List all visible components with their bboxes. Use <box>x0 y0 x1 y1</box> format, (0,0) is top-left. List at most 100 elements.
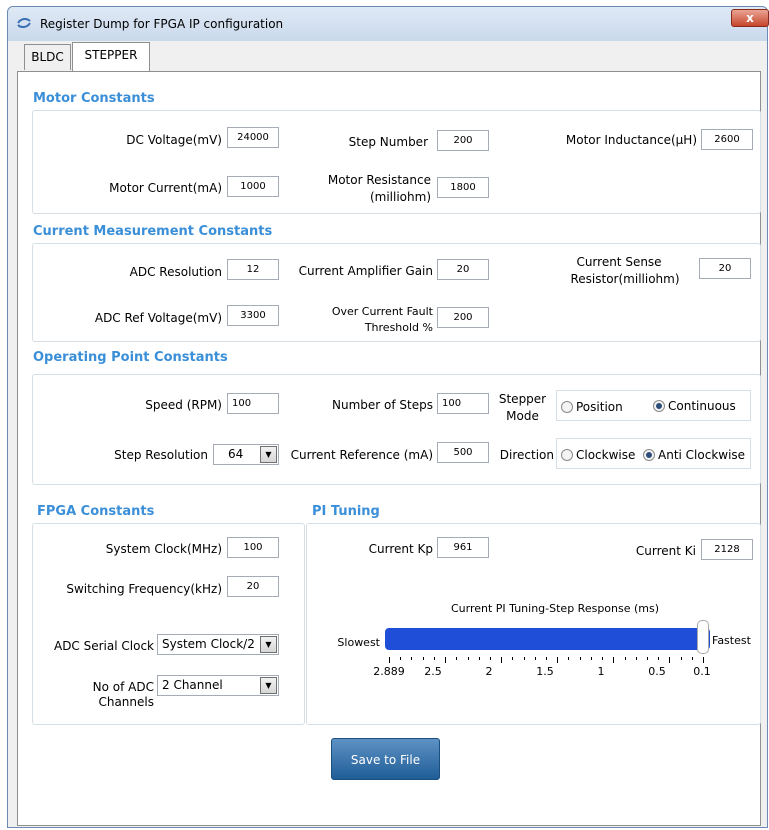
slider-tick-mark <box>691 657 693 660</box>
slider-tick-mark <box>478 657 480 660</box>
pi-tuning-slider-thumb[interactable] <box>697 620 709 654</box>
dc-voltage-label: DC Voltage(mV) <box>126 133 222 147</box>
adc-serial-clock-select[interactable]: System Clock/2 ▼ <box>157 634 279 655</box>
step-number-label: Step Number <box>348 135 428 149</box>
chevron-down-icon[interactable]: ▼ <box>260 677 277 694</box>
motor-resistance-input[interactable]: 1800 <box>437 177 489 198</box>
current-reference-input[interactable]: 500 <box>437 442 489 463</box>
radio-clockwise-label: Clockwise <box>576 448 636 462</box>
motor-resistance-label-1: Motor Resistance <box>327 173 431 187</box>
tab-stepper[interactable]: STEPPER <box>72 42 150 72</box>
adc-channels-value: 2 Channel <box>162 678 223 692</box>
step-resolution-value: 64 <box>228 447 244 461</box>
chevron-down-icon[interactable]: ▼ <box>260 446 277 463</box>
amplifier-gain-label: Current Amplifier Gain <box>298 264 433 278</box>
slider-slowest-label: Slowest <box>337 636 380 649</box>
stepper-mode-group: Position Continuous <box>556 390 751 421</box>
close-button[interactable]: x <box>731 9 769 27</box>
radio-position-dot[interactable] <box>561 401 573 413</box>
fault-threshold-label-1: Over Current Fault <box>331 305 433 318</box>
radio-clockwise[interactable]: Clockwise <box>561 448 635 462</box>
radio-anti-clockwise[interactable]: Anti Clockwise <box>643 448 745 462</box>
current-kp-label: Current Kp <box>368 542 433 556</box>
radio-clockwise-dot[interactable] <box>561 449 573 461</box>
slider-tick-mark <box>703 657 704 663</box>
slider-tick-mark <box>523 657 525 660</box>
adc-serial-clock-value: System Clock/2 <box>162 637 255 651</box>
tick-label: 2.889 <box>373 665 405 678</box>
system-clock-label: System Clock(MHz) <box>105 542 222 556</box>
slider-fastest-label: Fastest <box>712 634 751 647</box>
current-ki-input[interactable]: 2128 <box>701 539 753 560</box>
slider-title: Current PI Tuning-Step Response (ms) <box>450 602 660 615</box>
adc-resolution-input[interactable]: 12 <box>227 259 279 280</box>
slider-tick-mark <box>534 657 536 660</box>
slider-tick-mark <box>411 657 413 660</box>
system-clock-input[interactable]: 100 <box>227 537 279 558</box>
tick-label: 2 <box>485 665 493 678</box>
section-title-current-measurement: Current Measurement Constants <box>33 224 273 239</box>
tick-label: 2.5 <box>424 665 442 678</box>
sense-resistor-label-2: Resistor(milliohm) <box>570 272 680 286</box>
slider-tick-mark <box>400 657 402 660</box>
slider-tick-mark <box>579 657 581 660</box>
app-icon <box>17 17 31 29</box>
speed-label: Speed (RPM) <box>145 398 222 412</box>
section-title-operating-point: Operating Point Constants <box>33 350 228 365</box>
motor-inductance-label: Motor Inductance(µH) <box>565 133 697 147</box>
direction-group: Clockwise Anti Clockwise <box>556 438 751 469</box>
current-reference-label: Current Reference (mA) <box>290 448 433 462</box>
current-ki-label: Current Ki <box>635 544 696 558</box>
tick-label: 0.1 <box>693 665 711 678</box>
slider-tick-mark <box>456 657 458 660</box>
chevron-down-icon[interactable]: ▼ <box>260 636 277 653</box>
dc-voltage-input[interactable]: 24000 <box>227 127 279 148</box>
radio-continuous-dot[interactable] <box>653 400 665 412</box>
radio-anti-clockwise-label: Anti Clockwise <box>658 448 746 462</box>
adc-channels-select[interactable]: 2 Channel ▼ <box>157 675 279 696</box>
radio-anti-clockwise-dot[interactable] <box>643 449 655 461</box>
adc-ref-voltage-label: ADC Ref Voltage(mV) <box>94 311 222 325</box>
slider-tick-mark <box>433 657 435 660</box>
adc-serial-clock-label: ADC Serial Clock <box>53 639 154 653</box>
slider-tick-mark <box>658 657 660 660</box>
step-number-input[interactable]: 200 <box>437 130 489 151</box>
tick-label: 0.5 <box>648 665 666 678</box>
sense-resistor-label-1: Current Sense <box>576 255 662 269</box>
section-title-fpga: FPGA Constants <box>37 504 155 519</box>
motor-current-label: Motor Current(mA) <box>109 181 222 195</box>
radio-position-label: Position <box>576 400 623 414</box>
step-resolution-label: Step Resolution <box>114 448 208 462</box>
adc-channels-label: No of ADC Channels <box>92 680 154 709</box>
stepper-mode-label-1: Stepper <box>498 392 547 406</box>
slider-tick-mark <box>512 657 514 660</box>
slider-tick-mark <box>624 657 626 660</box>
sense-resistor-input[interactable]: 20 <box>699 258 751 279</box>
motor-inductance-input[interactable]: 2600 <box>701 129 753 150</box>
amplifier-gain-input[interactable]: 20 <box>437 259 489 280</box>
radio-continuous[interactable]: Continuous <box>653 399 736 413</box>
radio-position[interactable]: Position <box>561 400 623 414</box>
slider-tick-mark <box>467 657 469 660</box>
motor-resistance-label-2: (milliohm) <box>369 190 431 204</box>
slider-tick-mark <box>389 657 390 663</box>
slider-tick-mark <box>489 657 491 660</box>
fault-threshold-input[interactable]: 200 <box>437 307 489 328</box>
slider-tick-mark <box>680 657 682 660</box>
speed-input[interactable]: 100 <box>227 393 279 414</box>
slider-tick-mark <box>422 657 424 660</box>
current-kp-input[interactable]: 961 <box>437 537 489 558</box>
tab-bldc[interactable]: BLDC <box>24 44 71 70</box>
switching-frequency-input[interactable]: 20 <box>227 576 279 597</box>
motor-current-input[interactable]: 1000 <box>227 176 279 197</box>
number-of-steps-input[interactable]: 100 <box>437 393 489 414</box>
radio-continuous-label: Continuous <box>668 399 736 413</box>
adc-ref-voltage-input[interactable]: 3300 <box>227 305 279 326</box>
stepper-mode-label-2: Mode <box>506 409 539 423</box>
direction-label: Direction <box>499 448 554 462</box>
slider-tick-mark <box>602 657 604 660</box>
fault-threshold-label-2: Threshold % <box>364 321 433 334</box>
step-resolution-select[interactable]: 64 ▼ <box>213 444 279 465</box>
save-to-file-button[interactable]: Save to File <box>331 738 440 780</box>
pi-tuning-slider-track[interactable] <box>385 628 710 650</box>
